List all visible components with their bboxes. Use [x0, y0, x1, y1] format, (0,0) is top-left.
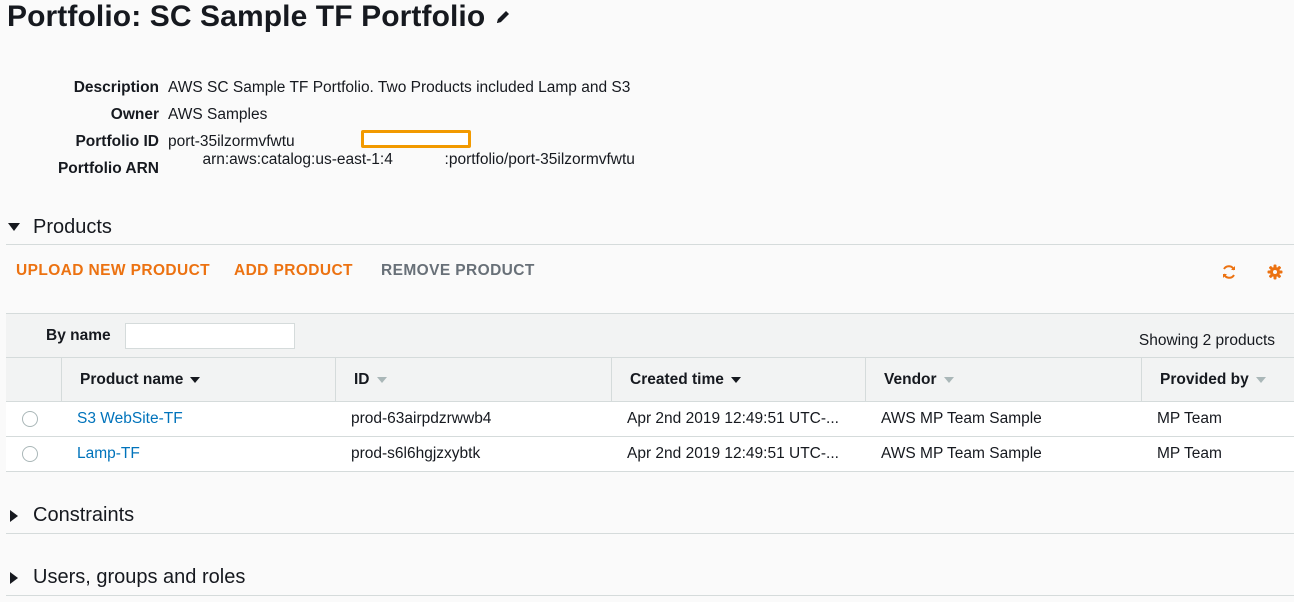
vendor-cell: AWS MP Team Sample	[881, 410, 1042, 427]
product-name-cell: Lamp-TF	[61, 437, 335, 471]
created-time-cell: Apr 2nd 2019 12:49:51 UTC-...	[627, 445, 839, 462]
column-label: Provided by	[1160, 370, 1249, 388]
table-row[interactable]: Lamp-TF prod-s6l6hgjzxybtk Apr 2nd 2019 …	[6, 437, 1294, 472]
sort-caret-icon	[376, 376, 387, 384]
table-row[interactable]: S3 WebSite-TF prod-63airpdzrwwb4 Apr 2nd…	[6, 402, 1294, 437]
select-cell	[6, 402, 61, 436]
provided-by-cell: MP Team	[1157, 445, 1222, 462]
detail-portfolio-arn: Portfolio ARN arn:aws:catalog:us-east-1:…	[0, 129, 635, 182]
table-header: Product name ID Created time Vendor Prov…	[6, 358, 1294, 402]
filter-label: By name	[46, 327, 111, 344]
constraints-section-header[interactable]: Constraints	[6, 498, 1294, 534]
arn-text: arn:aws:catalog:us-east-1:4 :portfolio/p…	[202, 150, 635, 168]
provided-by-cell: MP Team	[1157, 410, 1222, 427]
id-cell: prod-s6l6hgjzxybtk	[351, 445, 481, 462]
row-radio[interactable]	[22, 446, 38, 462]
created-time-cell: Apr 2nd 2019 12:49:51 UTC-...	[627, 410, 839, 427]
showing-count: Showing 2 products	[1138, 332, 1275, 349]
filter-bar: By name Showing 2 products	[6, 313, 1294, 358]
section-label: Users, groups and roles	[33, 566, 246, 588]
id-cell: prod-63airpdzrwwb4	[351, 410, 492, 427]
select-column-header	[6, 358, 61, 401]
caret-right-icon	[6, 508, 22, 524]
column-label: ID	[354, 370, 370, 388]
name-filter-input[interactable]	[125, 323, 295, 349]
sort-caret-icon	[943, 376, 954, 384]
sort-caret-icon	[1255, 376, 1266, 384]
sort-caret-icon	[190, 376, 201, 384]
portfolio-details: Description AWS SC Sample TF Portfolio. …	[0, 74, 635, 182]
sort-caret-icon	[730, 376, 741, 384]
vendor-cell: AWS MP Team Sample	[881, 445, 1042, 462]
column-header-provided-by[interactable]: Provided by	[1141, 358, 1294, 401]
section-label: Products	[33, 215, 112, 238]
column-header-product-name[interactable]: Product name	[61, 358, 335, 401]
detail-label: Description	[73, 78, 159, 96]
section-label: Constraints	[33, 504, 135, 526]
product-name-link[interactable]: Lamp-TF	[77, 445, 140, 463]
products-section-header[interactable]: Products	[6, 210, 1294, 245]
select-cell	[6, 437, 61, 471]
column-header-created-time[interactable]: Created time	[611, 358, 865, 401]
products-table: By name Showing 2 products Product name …	[6, 313, 1294, 472]
refresh-icon[interactable]	[1221, 264, 1237, 280]
column-label: Product name	[80, 370, 184, 388]
detail-value: AWS Samples	[168, 105, 268, 123]
page-title: Portfolio: SC Sample TF Portfolio	[7, 0, 486, 33]
title-row: Portfolio: SC Sample TF Portfolio	[7, 0, 511, 34]
column-label: Vendor	[884, 370, 937, 388]
redaction-box	[361, 129, 471, 148]
column-header-id[interactable]: ID	[335, 358, 611, 401]
product-name-cell: S3 WebSite-TF	[61, 402, 335, 436]
detail-label: Owner	[110, 105, 159, 123]
detail-value-arn: arn:aws:catalog:us-east-1:4 :portfolio/p…	[168, 129, 635, 205]
detail-label: Portfolio ARN	[57, 159, 159, 177]
add-product-button[interactable]: ADD PRODUCT	[234, 262, 353, 280]
caret-right-icon	[6, 570, 22, 586]
gear-icon[interactable]	[1267, 264, 1283, 280]
caret-down-icon	[6, 219, 22, 235]
column-label: Created time	[630, 370, 724, 388]
column-header-vendor[interactable]: Vendor	[865, 358, 1141, 401]
portfolio-page: Portfolio: SC Sample TF Portfolio Descri…	[0, 0, 1294, 602]
remove-product-button[interactable]: REMOVE PRODUCT	[381, 262, 535, 280]
upload-new-product-button[interactable]: UPLOAD NEW PRODUCT	[16, 262, 210, 280]
pencil-icon[interactable]	[495, 9, 511, 25]
product-name-link[interactable]: S3 WebSite-TF	[77, 410, 183, 428]
users-groups-roles-section-header[interactable]: Users, groups and roles	[6, 560, 1294, 596]
products-toolbar: UPLOAD NEW PRODUCT ADD PRODUCT REMOVE PR…	[16, 262, 1286, 286]
row-radio[interactable]	[22, 411, 38, 427]
detail-owner: Owner AWS Samples	[0, 101, 635, 128]
detail-label: Portfolio ID	[75, 132, 159, 150]
detail-value: AWS SC Sample TF Portfolio. Two Products…	[168, 78, 631, 96]
detail-description: Description AWS SC Sample TF Portfolio. …	[0, 74, 635, 101]
